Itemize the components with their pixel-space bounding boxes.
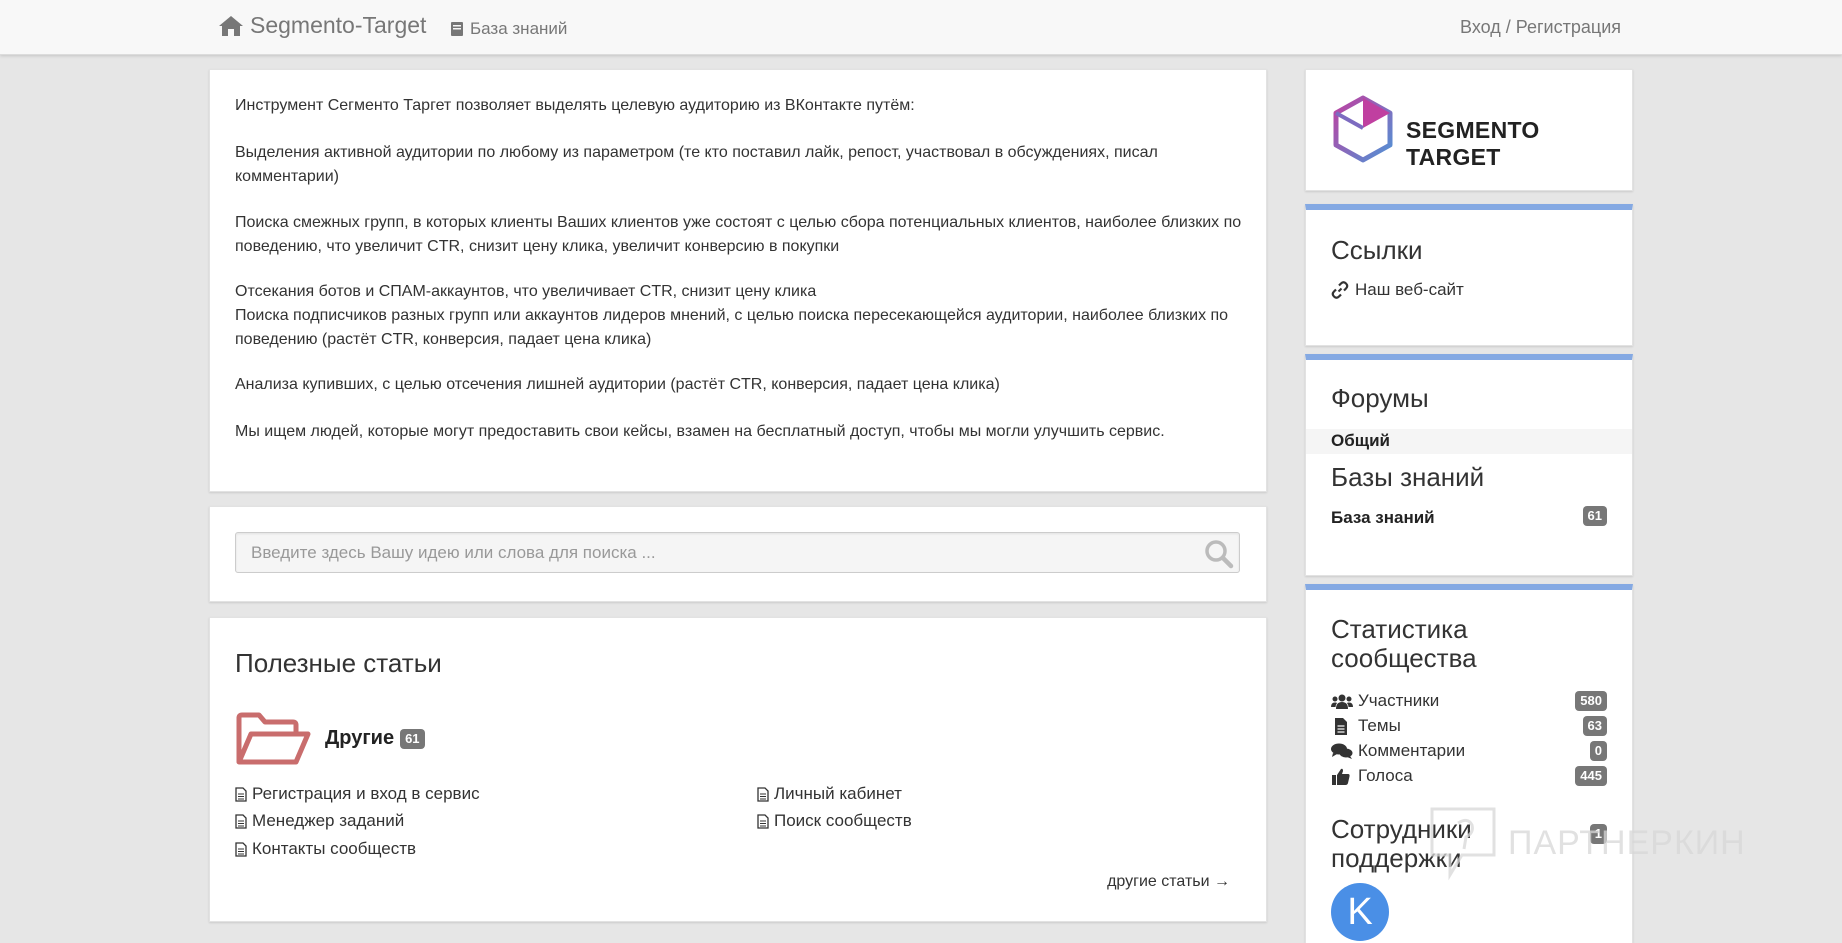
file-icon bbox=[1335, 717, 1347, 735]
category-name: Другие bbox=[325, 727, 395, 749]
knowledge-bases-title: Базы знаний bbox=[1331, 462, 1485, 492]
stat-comments: Комментарии 0 bbox=[1331, 741, 1607, 763]
brand-link[interactable]: Segmento-Target bbox=[218, 12, 426, 39]
book-icon bbox=[451, 22, 463, 36]
intro-text-7: Мы ищем людей, которые могут предоставит… bbox=[235, 423, 1165, 440]
top-navbar: Segmento-Target База знаний Вход / Регис… bbox=[0, 0, 1842, 55]
login-register-link[interactable]: Вход / Регистрация bbox=[1460, 17, 1621, 38]
stat-topics: Темы 63 bbox=[1331, 716, 1607, 738]
file-icon bbox=[235, 786, 247, 802]
community-stats-panel: Статистика сообщества Участники 580 Темы… bbox=[1305, 584, 1633, 943]
website-link-label: Наш веб-сайт bbox=[1355, 280, 1464, 299]
link-icon bbox=[1331, 281, 1349, 299]
thumbs-up-icon bbox=[1332, 768, 1350, 785]
intro-text-3: Поиска смежных групп, в которых клиенты … bbox=[235, 214, 1242, 255]
stat-count-badge: 580 bbox=[1575, 691, 1607, 711]
stat-count-badge: 0 bbox=[1589, 741, 1607, 761]
logo-text: SEGMENTO TARGET bbox=[1406, 117, 1540, 170]
article-link[interactable]: Менеджер заданий bbox=[235, 811, 404, 831]
category-others-link[interactable]: Другие 61 bbox=[325, 727, 425, 750]
stat-label: Темы bbox=[1358, 716, 1401, 735]
partnerkin-logo-icon bbox=[1430, 807, 1496, 881]
segmento-target-logo-icon[interactable] bbox=[1332, 95, 1394, 163]
stat-label: Участники bbox=[1358, 691, 1440, 710]
category-count-badge: 61 bbox=[400, 728, 425, 749]
brand-name: Segmento-Target bbox=[250, 12, 427, 38]
website-link[interactable]: Наш веб-сайт bbox=[1331, 280, 1464, 300]
stat-votes: Голоса 445 bbox=[1331, 766, 1607, 788]
file-icon bbox=[235, 841, 247, 857]
article-title: Менеджер заданий bbox=[252, 811, 405, 830]
intro-text-5: Поиска подписчиков разных групп или акка… bbox=[235, 307, 1229, 348]
file-icon bbox=[757, 786, 769, 802]
article-title: Контакты сообществ bbox=[252, 839, 417, 858]
forum-item-label: Общий bbox=[1331, 431, 1390, 450]
knowledge-base-item[interactable]: База знаний bbox=[1331, 508, 1435, 528]
articles-title: Полезные статьи bbox=[235, 648, 442, 678]
home-icon bbox=[219, 15, 243, 36]
forum-item-general[interactable]: Общий bbox=[1306, 429, 1632, 454]
search-icon[interactable] bbox=[1204, 539, 1234, 569]
stat-count-badge: 63 bbox=[1582, 716, 1607, 736]
comments-icon bbox=[1331, 743, 1353, 759]
nav-knowledge-base-label: База знаний bbox=[470, 19, 568, 38]
stat-label: Комментарии bbox=[1358, 741, 1466, 760]
stat-count-badge: 445 bbox=[1575, 766, 1607, 786]
article-title: Регистрация и вход в сервис bbox=[252, 784, 480, 803]
stats-title-line-1: Статистика bbox=[1331, 614, 1468, 644]
links-panel: Ссылки Наш веб-сайт bbox=[1305, 204, 1633, 346]
links-title: Ссылки bbox=[1331, 235, 1423, 265]
nav-knowledge-base-link[interactable]: База знаний bbox=[450, 19, 567, 39]
file-icon bbox=[757, 813, 769, 829]
users-icon bbox=[1331, 694, 1353, 709]
intro-text-6: Анализа купивших, с целью отсечения лишн… bbox=[235, 376, 1000, 393]
intro-text-4: Отсекания ботов и СПАМ-аккаунтов, что ув… bbox=[235, 283, 817, 300]
logo-panel: SEGMENTO TARGET bbox=[1305, 69, 1633, 191]
stats-title-line-2: сообщества bbox=[1331, 643, 1477, 673]
article-title: Личный кабинет bbox=[774, 784, 902, 803]
folder-open-icon bbox=[236, 712, 311, 765]
knowledge-base-count-badge: 61 bbox=[1582, 506, 1607, 526]
search-panel bbox=[209, 506, 1267, 602]
watermark: ПАРТНЕРКИН bbox=[1428, 805, 1746, 881]
forums-title: Форумы bbox=[1331, 383, 1429, 413]
article-link[interactable]: Поиск сообществ bbox=[757, 811, 912, 831]
file-icon bbox=[235, 813, 247, 829]
article-link[interactable]: Контакты сообществ bbox=[235, 839, 416, 859]
useful-articles-panel: Полезные статьи Другие 61 Регистрация и … bbox=[209, 617, 1267, 922]
search-input[interactable] bbox=[235, 532, 1240, 573]
stat-label: Голоса bbox=[1358, 766, 1413, 785]
intro-panel: Инструмент Сегменто Таргет позволяет выд… bbox=[209, 69, 1267, 492]
watermark-text: ПАРТНЕРКИН bbox=[1508, 823, 1746, 862]
stat-members: Участники 580 bbox=[1331, 691, 1607, 713]
article-link[interactable]: Регистрация и вход в сервис bbox=[235, 784, 480, 804]
intro-text-2: Выделения активной аудитории по любому и… bbox=[235, 144, 1158, 185]
article-title: Поиск сообществ bbox=[774, 811, 912, 830]
intro-text-1: Инструмент Сегменто Таргет позволяет выд… bbox=[235, 97, 915, 114]
article-link[interactable]: Личный кабинет bbox=[757, 784, 902, 804]
more-articles-link[interactable]: другие статьи → bbox=[1107, 873, 1230, 891]
avatar[interactable]: K bbox=[1331, 883, 1389, 941]
forums-panel: Форумы Общий Базы знаний База знаний 61 bbox=[1305, 354, 1633, 576]
